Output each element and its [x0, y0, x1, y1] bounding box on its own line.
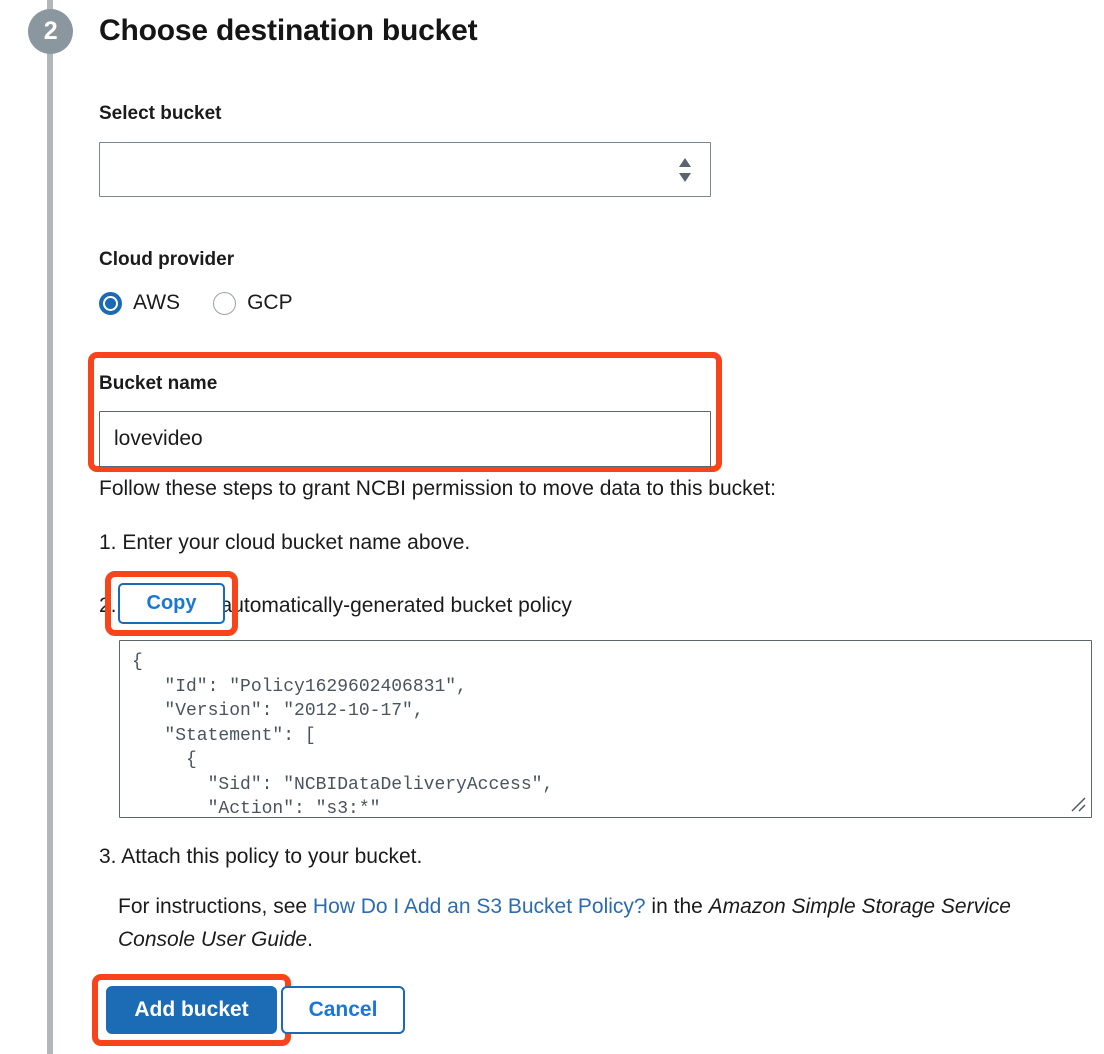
cancel-button[interactable]: Cancel — [281, 986, 405, 1034]
select-bucket-label: Select bucket — [99, 103, 222, 124]
step-number-badge: 2 — [28, 9, 73, 54]
cloud-provider-label: Cloud provider — [99, 249, 235, 270]
instruction-step-3: 3. Attach this policy to your bucket. — [99, 845, 423, 868]
instruction-step-1: 1. Enter your cloud bucket name above. — [99, 531, 471, 554]
radio-aws-icon[interactable] — [99, 291, 122, 315]
page-title: Choose destination bucket — [99, 14, 478, 47]
radio-option-gcp-label: GCP — [247, 291, 293, 314]
radio-option-gcp[interactable]: GCP — [213, 291, 293, 315]
cloud-provider-radio-group: AWS GCP — [99, 291, 293, 315]
guide-middle-text: in the — [645, 895, 709, 918]
instruction-step-2-marker: 2. — [99, 594, 117, 617]
s3-bucket-policy-link[interactable]: How Do I Add an S3 Bucket Policy? — [313, 895, 646, 918]
step-rail-line — [47, 0, 53, 1054]
bucket-policy-textarea[interactable]: { "Id": "Policy1629602406831", "Version"… — [119, 640, 1092, 818]
copy-button[interactable]: Copy — [118, 583, 225, 624]
instructions-intro: Follow these steps to grant NCBI permiss… — [99, 477, 776, 500]
instruction-step-2-text: automatically-generated bucket policy — [220, 594, 572, 617]
guide-suffix-text: . — [307, 928, 313, 951]
guide-prefix-text: For instructions, see — [118, 895, 313, 918]
radio-gcp-icon[interactable] — [213, 291, 237, 315]
instruction-guide-line: For instructions, see How Do I Add an S3… — [118, 890, 1093, 956]
radio-option-aws[interactable]: AWS — [99, 291, 180, 315]
step-content: Choose destination bucket Select bucket … — [88, 0, 1104, 1046]
select-bucket-dropdown[interactable] — [99, 142, 711, 197]
bucket-name-label: Bucket name — [99, 373, 218, 394]
add-bucket-button[interactable]: Add bucket — [106, 986, 277, 1034]
chevron-updown-icon — [678, 157, 692, 183]
bucket-name-input[interactable] — [99, 411, 711, 467]
radio-option-aws-label: AWS — [133, 291, 181, 314]
